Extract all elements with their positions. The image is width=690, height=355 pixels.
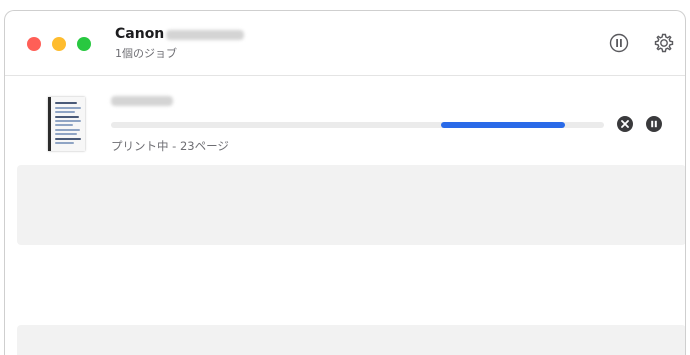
print-queue-window: Canon 1個のジョブ プリント中 - 23ページ [4, 10, 686, 355]
document-thumbnail [48, 97, 85, 151]
pause-printer-button[interactable] [608, 32, 630, 54]
job-progress-fill [441, 122, 565, 128]
printer-name: Canon [115, 26, 165, 42]
empty-queue-row [17, 165, 685, 245]
print-job-row[interactable]: プリント中 - 23ページ [5, 76, 685, 164]
job-progress-bar [111, 122, 604, 128]
pause-job-button[interactable] [646, 116, 662, 132]
printer-settings-button[interactable] [653, 32, 675, 54]
pause-circle-icon [651, 120, 657, 128]
redacted-printer-model [166, 29, 245, 40]
pause-circle-icon [609, 33, 629, 53]
job-status: プリント中 - 23ページ [111, 139, 229, 153]
printer-title: Canon [115, 26, 245, 42]
job-count: 1個のジョブ [115, 47, 177, 60]
close-window-button[interactable] [27, 37, 41, 51]
cancel-job-button[interactable] [617, 116, 633, 132]
empty-queue-row [17, 325, 685, 355]
zoom-window-button[interactable] [77, 37, 91, 51]
cancel-circle-icon [621, 120, 629, 128]
redacted-job-name [111, 96, 173, 106]
minimize-window-button[interactable] [52, 37, 66, 51]
gear-icon [654, 33, 674, 53]
title-bar: Canon 1個のジョブ [5, 11, 685, 76]
